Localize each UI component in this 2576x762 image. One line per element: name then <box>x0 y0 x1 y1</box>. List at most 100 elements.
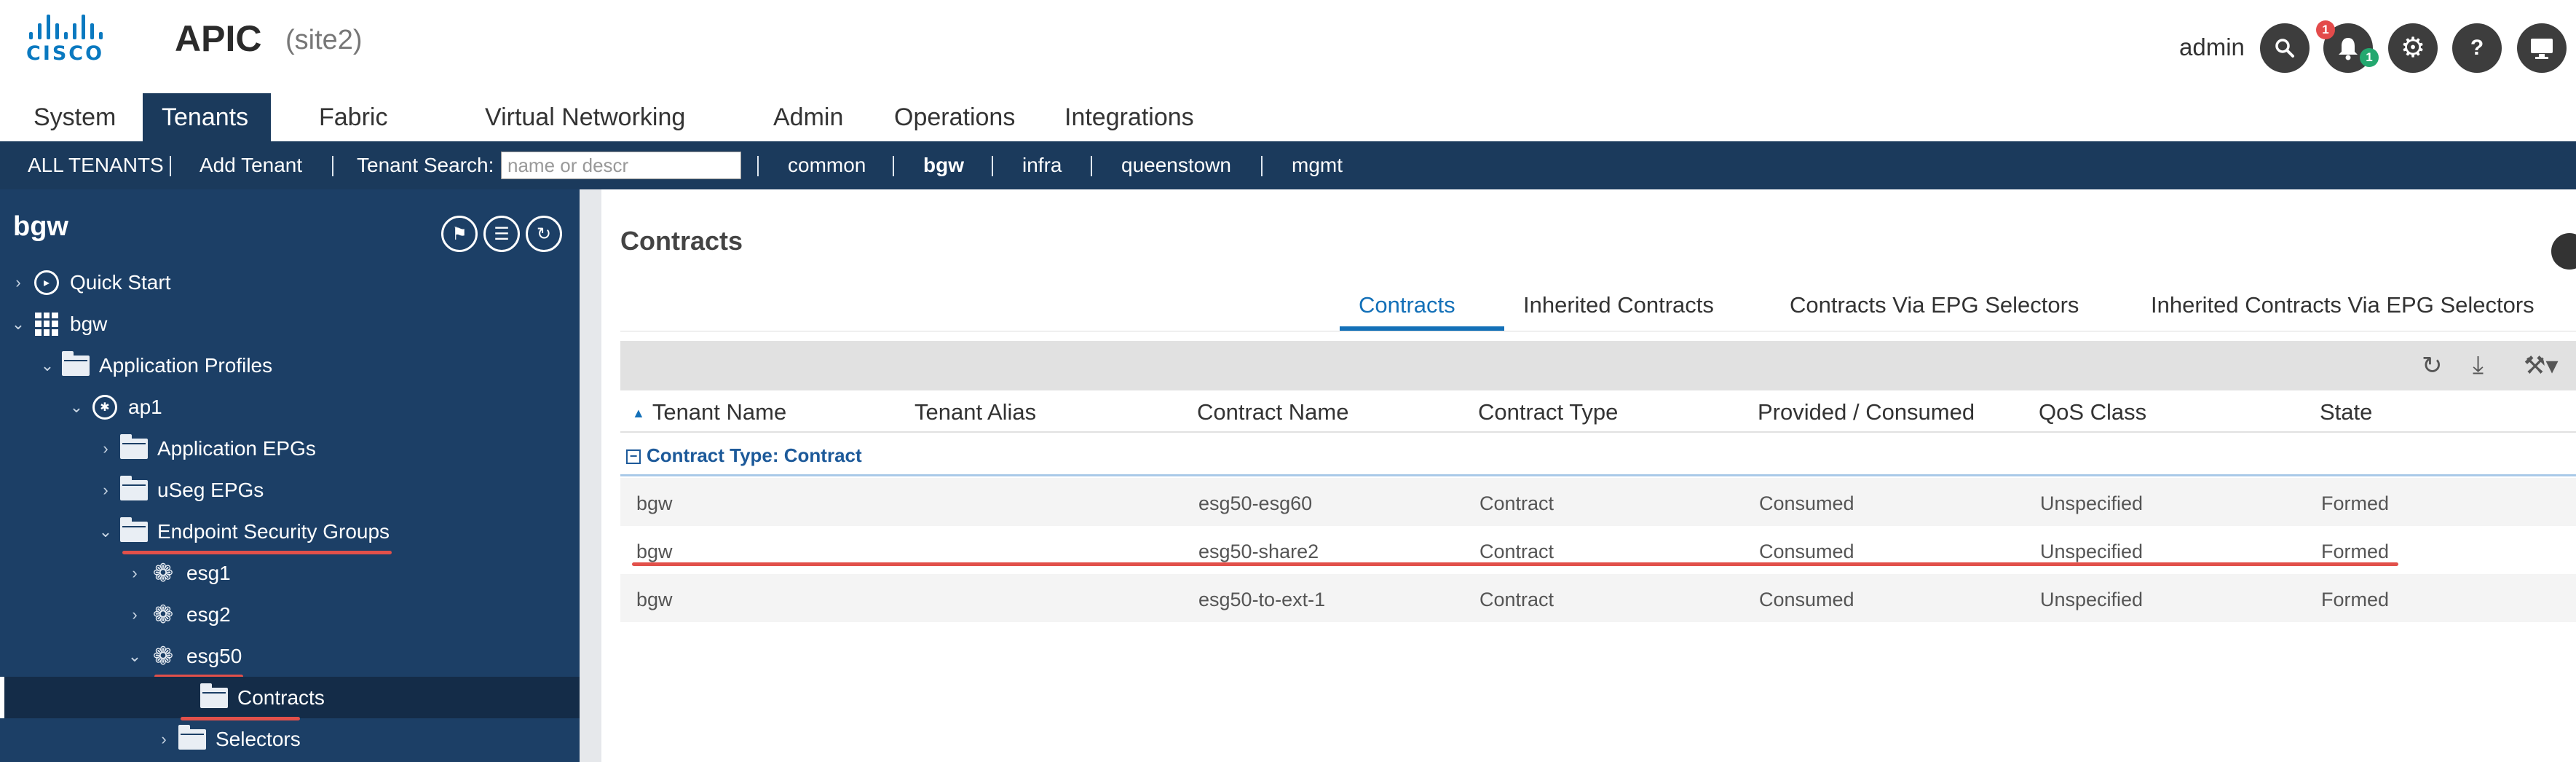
tree-item-label: Endpoint Security Groups <box>157 519 390 543</box>
chevron-down-icon: ⌄ <box>69 397 84 416</box>
tree-item-application-profiles[interactable]: ⌄ Application Profiles <box>0 345 580 386</box>
cell-contract-name[interactable]: esg50-esg60 <box>1198 492 1312 515</box>
column-header-contract-name[interactable]: Contract Name <box>1197 399 1348 425</box>
cisco-logo-text: CISCO <box>26 42 105 65</box>
pane-splitter[interactable] <box>580 189 601 762</box>
tree-collapse-button[interactable]: ☰ <box>483 216 520 252</box>
tree-item-label: esg50 <box>186 644 242 667</box>
tree-item-label: ap1 <box>128 395 162 418</box>
cell-contract-name[interactable]: esg50-to-ext-1 <box>1198 589 1325 611</box>
tree-item-useg-epgs[interactable]: › uSeg EPGs <box>0 469 580 511</box>
cell-tenant: bgw <box>636 589 673 610</box>
tree-refresh-button[interactable]: ↻ <box>526 216 562 252</box>
navigation-tree: bgw ⚑ ☰ ↻ › ▸ Quick Start ⌄ bgw ⌄ Applic… <box>0 189 580 762</box>
nav-tab-virtual-networking[interactable]: Virtual Networking <box>466 93 704 141</box>
nav-tab-operations[interactable]: Operations <box>875 93 1034 141</box>
column-header-tenant-alias[interactable]: Tenant Alias <box>914 399 1036 425</box>
tree-title: bgw <box>13 211 68 242</box>
tree-item-ap1[interactable]: ⌄ ✱ ap1 <box>0 386 580 428</box>
tree-item-esg2[interactable]: › ❁ esg2 <box>0 594 580 635</box>
help-button[interactable]: ? <box>2452 23 2502 73</box>
separator <box>332 156 333 176</box>
column-header-qos-class[interactable]: QoS Class <box>2039 399 2146 425</box>
table-row[interactable]: bgw esg50-to-ext-1 Contract Consumed Uns… <box>620 574 2576 622</box>
help-icon: ? <box>2470 36 2484 60</box>
tree-item-label: Quick Start <box>70 270 171 294</box>
cisco-logo-bars-icon <box>26 13 114 39</box>
folder-icon <box>62 350 90 376</box>
tree-item-endpoint-security-groups[interactable]: ⌄ Endpoint Security Groups <box>0 511 580 552</box>
tree-bookmark-button[interactable]: ⚑ <box>441 216 478 252</box>
app-name: APIC <box>175 18 262 59</box>
work-pane: Contracts Contracts Inherited Contracts … <box>601 189 2576 762</box>
search-button[interactable] <box>2260 23 2310 73</box>
nav-tab-system[interactable]: System <box>15 93 135 141</box>
nav-tab-fabric[interactable]: Fabric <box>300 93 406 141</box>
cell-contract-name[interactable]: esg50-share2 <box>1198 541 1319 563</box>
table-toolbar: ↻ ⤓ ⚒▾ <box>620 341 2576 390</box>
settings-button[interactable]: ⚙ <box>2388 23 2438 73</box>
separator <box>1261 156 1263 176</box>
add-tenant-link[interactable]: Add Tenant <box>199 141 302 189</box>
tenant-link-queenstown[interactable]: queenstown <box>1121 141 1231 189</box>
tenant-link-mgmt[interactable]: mgmt <box>1292 141 1343 189</box>
tenant-link-bgw[interactable]: bgw <box>923 141 964 189</box>
faults-count-badge: 1 <box>2360 48 2379 67</box>
column-header-tenant-name[interactable]: ▲ Tenant Name <box>632 399 786 425</box>
cell-contract-type: Contract <box>1479 589 1554 610</box>
tree-item-selectors[interactable]: › Selectors <box>0 718 580 760</box>
folder-icon <box>120 433 148 459</box>
monitor-icon <box>2531 39 2553 59</box>
tree-item-esg1[interactable]: › ❁ esg1 <box>0 552 580 594</box>
nav-tab-tenants[interactable]: Tenants <box>143 93 271 141</box>
display-button[interactable] <box>2517 23 2567 73</box>
tree-item-esg50[interactable]: ⌄ ❁ esg50 <box>0 635 580 677</box>
download-icon[interactable]: ⤓ <box>2473 351 2484 380</box>
tenant-link-common[interactable]: common <box>788 141 866 189</box>
cell-qos: Unspecified <box>2040 492 2144 514</box>
cell-state: Formed <box>2321 589 2390 610</box>
all-tenants-link[interactable]: ALL TENANTS <box>28 141 164 189</box>
separator <box>893 156 894 176</box>
tree-item-quick-start[interactable]: › ▸ Quick Start <box>0 262 580 303</box>
chevron-down-icon: ⌄ <box>11 314 25 333</box>
cell-provided-consumed: Consumed <box>1759 541 1854 562</box>
user-menu[interactable]: admin <box>2179 34 2245 61</box>
nav-tab-admin[interactable]: Admin <box>754 93 862 141</box>
page-title: Contracts <box>620 226 743 256</box>
column-header-provided-consumed[interactable]: Provided / Consumed <box>1758 399 1975 425</box>
top-header: CISCO APIC (site2) admin 1 1 ⚙ ? <box>0 0 2576 87</box>
flag-icon: ⚑ <box>451 224 467 244</box>
tab-inherited-contracts-via-epg-selectors[interactable]: Inherited Contracts Via EPG Selectors <box>2151 287 2534 331</box>
tab-contracts[interactable]: Contracts <box>1359 287 1455 331</box>
gear-icon: ⚙ <box>2400 33 2426 63</box>
tree-item-label: Application Profiles <box>99 353 273 377</box>
column-header-contract-type[interactable]: Contract Type <box>1478 399 1618 425</box>
tree-item-application-epgs[interactable]: › Application EPGs <box>0 428 580 469</box>
collapse-icon[interactable]: − <box>626 449 641 465</box>
tree-item-contracts[interactable]: Contracts <box>0 677 580 718</box>
tab-inherited-contracts[interactable]: Inherited Contracts <box>1523 287 1714 331</box>
cell-tenant: bgw <box>636 492 673 514</box>
tree-item-label: bgw <box>70 312 108 335</box>
chevron-down-icon: ⌄ <box>98 522 113 541</box>
tab-contracts-via-epg-selectors[interactable]: Contracts Via EPG Selectors <box>1790 287 2079 331</box>
cell-state: Formed <box>2321 541 2390 562</box>
tree-item-label: Application EPGs <box>157 436 316 460</box>
chevron-right-icon: › <box>103 480 108 499</box>
tenant-search-input[interactable] <box>501 152 741 179</box>
group-row-contract-type[interactable]: − Contract Type: Contract <box>620 434 2576 476</box>
separator <box>170 156 171 176</box>
table-row[interactable]: bgw esg50-share2 Contract Consumed Unspe… <box>620 526 2576 574</box>
column-header-state[interactable]: State <box>2320 399 2372 425</box>
tree-item-bgw[interactable]: ⌄ bgw <box>0 303 580 345</box>
tools-dropdown-icon[interactable]: ⚒▾ <box>2524 351 2559 380</box>
table-row[interactable]: bgw esg50-esg60 Contract Consumed Unspec… <box>620 478 2576 526</box>
panel-toggle-icon[interactable] <box>2551 233 2576 270</box>
nav-tab-integrations[interactable]: Integrations <box>1046 93 1213 141</box>
chevron-down-icon: ⌄ <box>127 646 142 665</box>
refresh-icon[interactable]: ↻ <box>2422 351 2443 380</box>
tenant-link-infra[interactable]: infra <box>1022 141 1062 189</box>
alert-count-badge: 1 <box>2316 20 2335 39</box>
cell-contract-type: Contract <box>1479 541 1554 562</box>
